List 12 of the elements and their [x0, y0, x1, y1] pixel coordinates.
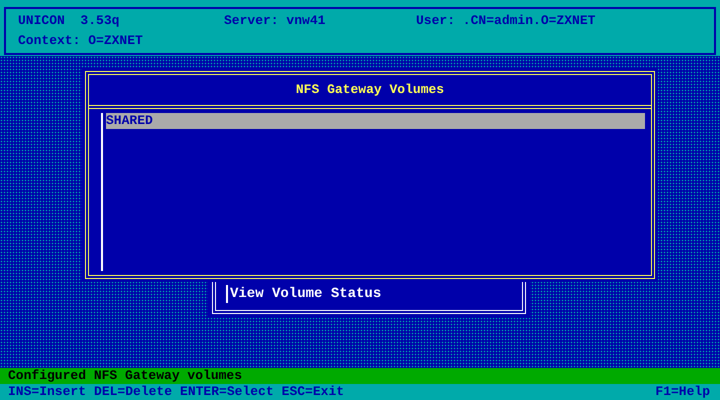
- key-hint: ESC=Exit: [282, 384, 344, 400]
- status-message: Configured NFS Gateway volumes: [0, 368, 720, 384]
- help-key-hint: F1=Help: [655, 384, 710, 400]
- product-version: UNICON 3.53q: [18, 12, 120, 28]
- user-name: User: .CN=admin.O=ZXNET: [416, 12, 596, 28]
- key-hint: ENTER=Select: [180, 384, 274, 400]
- dialog-title: NFS Gateway Volumes: [89, 75, 651, 109]
- key-hint: DEL=Delete: [94, 384, 172, 400]
- server-name: Server: vnw41: [224, 12, 326, 28]
- context-label: Context: O=ZXNET: [18, 32, 143, 48]
- key-hint: INS=Insert: [8, 384, 86, 400]
- list-item[interactable]: SHARED: [106, 113, 645, 129]
